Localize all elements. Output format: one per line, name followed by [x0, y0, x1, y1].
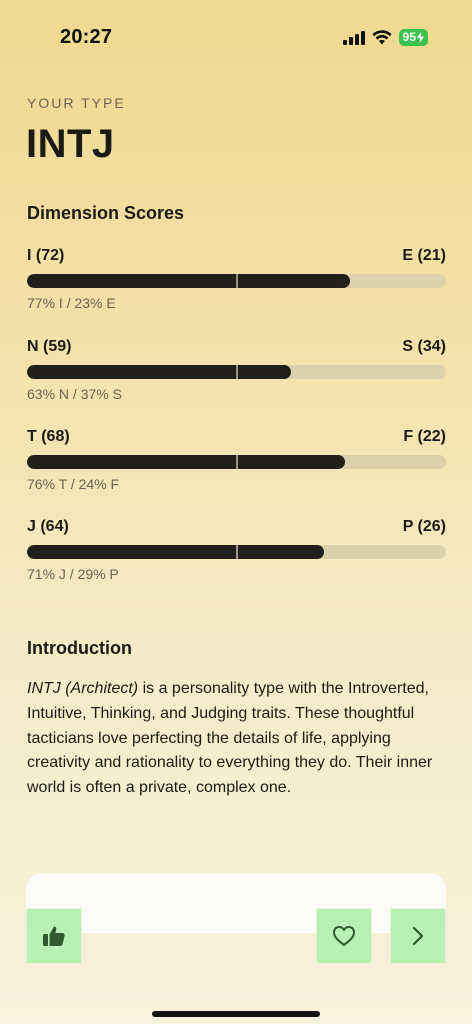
next-button[interactable]: [390, 908, 446, 964]
dimension-bar-midline: [236, 545, 238, 559]
like-button[interactable]: [26, 908, 82, 964]
dimension-right-score: P (26): [402, 518, 446, 535]
dimension-percent-text: 63% N / 37% S: [27, 386, 122, 402]
dimension-left-score: T (68): [27, 428, 70, 445]
dimension-percent-text: 77% I / 23% E: [27, 295, 116, 311]
dimension-bar-midline: [236, 274, 238, 288]
dimension-left-score: N (59): [27, 338, 72, 355]
wifi-icon: [372, 30, 392, 45]
dimension-row-jp: J (64) P (26) 71% J / 29% P: [27, 518, 446, 598]
introduction-body: is a personality type with the Introvert…: [27, 680, 433, 797]
dimension-bar-fill: [27, 365, 291, 379]
heart-icon: [333, 926, 355, 946]
favorite-button[interactable]: [316, 908, 372, 964]
dimension-percent-text: 76% T / 24% F: [27, 476, 120, 492]
personality-type-title: INTJ: [26, 122, 115, 166]
dimension-bar-track: [27, 455, 446, 469]
dimension-left-score: J (64): [27, 518, 69, 535]
dimension-percent-text: 71% J / 29% P: [27, 566, 119, 582]
dimension-bar-midline: [236, 455, 238, 469]
dimension-right-score: E (21): [402, 247, 446, 264]
your-type-label: YOUR TYPE: [27, 95, 126, 111]
status-time: 20:27: [60, 26, 113, 48]
dimension-left-score: I (72): [27, 247, 65, 264]
next-section-card: [26, 873, 446, 933]
chevron-right-icon: [412, 926, 424, 946]
charging-bolt-icon: [417, 32, 424, 43]
dimension-bar-fill: [27, 455, 346, 469]
battery-level: 95: [402, 30, 416, 44]
dimension-scores-heading: Dimension Scores: [27, 203, 185, 223]
thumbs-up-icon: [43, 926, 65, 946]
dimension-right-score: S (34): [402, 338, 446, 355]
status-bar: 20:27 95: [0, 0, 472, 78]
introduction-text: INTJ (Architect) is a personality type w…: [27, 677, 447, 801]
dimension-row-ie: I (72) E (21) 77% I / 23% E: [27, 247, 446, 327]
battery-indicator: 95: [398, 29, 428, 46]
cellular-signal-icon: [342, 30, 365, 45]
dimension-bar-track: [27, 274, 446, 288]
dimension-bar-midline: [236, 365, 238, 379]
home-indicator[interactable]: [152, 1011, 320, 1017]
dimension-bar-track: [27, 545, 446, 559]
dimension-row-ns: N (59) S (34) 63% N / 37% S: [27, 338, 446, 418]
dimension-bar-fill: [27, 274, 350, 288]
dimension-bar-track: [27, 365, 446, 379]
dimension-right-score: F (22): [403, 428, 446, 445]
dimension-row-tf: T (68) F (22) 76% T / 24% F: [27, 428, 446, 508]
dimension-bar-fill: [27, 545, 325, 559]
introduction-heading: Introduction: [27, 638, 132, 658]
status-icons: 95: [342, 29, 428, 46]
introduction-type-name: INTJ (Architect): [27, 680, 139, 697]
